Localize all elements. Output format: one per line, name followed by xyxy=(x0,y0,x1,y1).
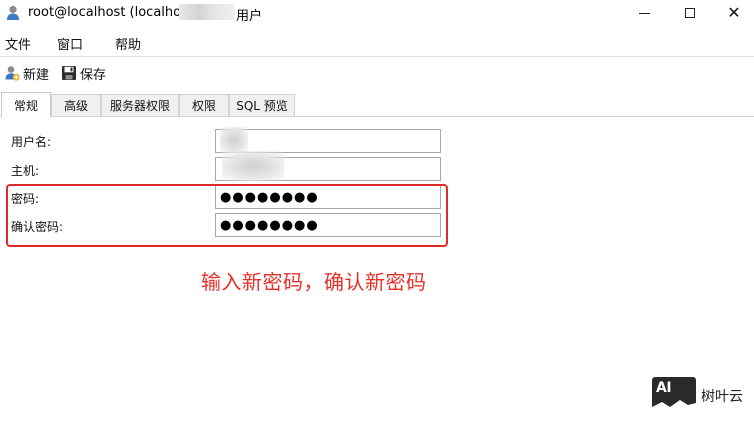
toolbar: 新建 保存 xyxy=(0,60,754,86)
menu-divider xyxy=(0,56,754,57)
host-field[interactable] xyxy=(215,157,441,181)
password-field[interactable] xyxy=(215,185,441,209)
menu-help[interactable]: 帮助 xyxy=(115,34,141,53)
host-label: 主机: xyxy=(11,164,40,178)
maximize-button[interactable] xyxy=(668,0,712,26)
close-icon: ✕ xyxy=(727,3,741,22)
maximize-icon xyxy=(685,8,695,18)
confirm-password-field[interactable] xyxy=(215,213,441,237)
username-label: 用户名: xyxy=(11,135,52,149)
user-icon xyxy=(7,5,19,20)
tab-server-privileges[interactable]: 服务器权限 xyxy=(101,94,179,116)
window-title: root@localhost (localho xyxy=(28,5,182,20)
annotation-text: 输入新密码，确认新密码 xyxy=(201,270,427,294)
tab-advanced[interactable]: 高级 xyxy=(51,94,101,116)
watermark-logo: AI xyxy=(652,377,696,412)
save-button-label: 保存 xyxy=(80,67,107,83)
tab-sql-preview[interactable]: SQL 预览 xyxy=(229,94,295,116)
save-icon xyxy=(62,66,76,80)
tab-privileges[interactable]: 权限 xyxy=(179,94,229,116)
window-title-suffix: 用户 xyxy=(236,9,263,24)
save-button[interactable]: 保存 xyxy=(61,64,107,83)
menu-window[interactable]: 窗口 xyxy=(57,34,83,53)
confirm-password-label: 确认密码: xyxy=(11,220,64,234)
new-button[interactable]: 新建 xyxy=(4,64,50,83)
password-label: 密码: xyxy=(11,192,40,206)
close-button[interactable]: ✕ xyxy=(712,0,754,26)
tab-baseline xyxy=(0,116,754,117)
watermark-brand: 树叶云 xyxy=(701,389,743,405)
tab-strip: 常规 高级 服务器权限 权限 SQL 预览 xyxy=(0,92,754,117)
watermark-logo-text: AI xyxy=(656,380,672,396)
menu-bar: 文件 窗口 帮助 xyxy=(0,30,754,54)
tab-general[interactable]: 常规 xyxy=(1,92,51,117)
mountain-icon xyxy=(652,400,696,412)
new-button-label: 新建 xyxy=(23,67,50,83)
username-field[interactable] xyxy=(215,129,441,153)
minimize-icon xyxy=(638,12,650,14)
minimize-button[interactable] xyxy=(622,0,666,26)
title-bar: root@localhost (localho 用户 ✕ xyxy=(0,0,754,26)
menu-file[interactable]: 文件 xyxy=(5,34,31,53)
new-user-icon xyxy=(5,66,20,81)
redacted-host-blur xyxy=(179,4,235,20)
